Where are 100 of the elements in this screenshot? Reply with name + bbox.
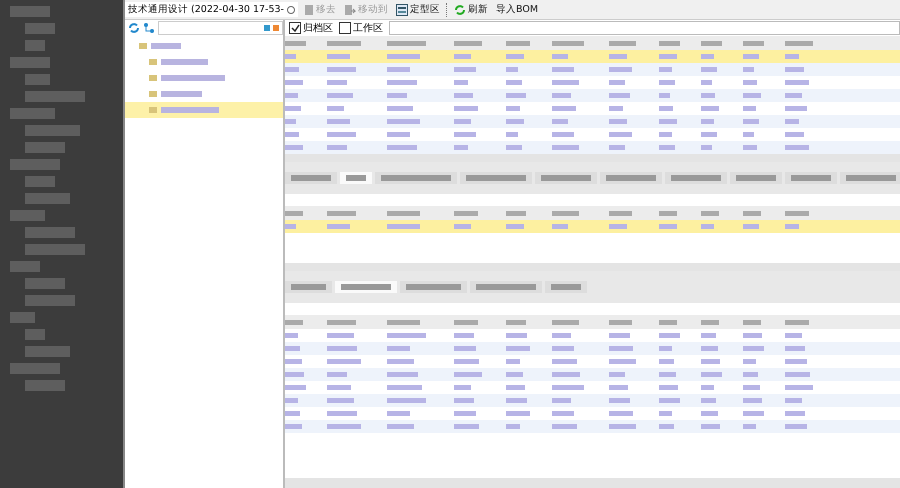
area-button[interactable]: 定型区: [394, 3, 442, 16]
blurred-column-header[interactable]: [454, 320, 478, 324]
close-icon[interactable]: [287, 6, 295, 14]
blurred-column-header[interactable]: [609, 210, 632, 216]
blurred-menu-item[interactable]: [25, 176, 55, 187]
blurred-menu-item[interactable]: [25, 40, 45, 51]
blurred-column-header[interactable]: [659, 40, 680, 46]
blurred-column-header[interactable]: [659, 210, 677, 216]
blurred-menu-item[interactable]: [10, 108, 55, 119]
refresh-icon[interactable]: [128, 22, 140, 34]
blurred-text: [285, 424, 302, 429]
blurred-menu-item[interactable]: [25, 125, 80, 136]
horizontal-scrollbar[interactable]: [285, 154, 900, 162]
blurred-column-header[interactable]: [743, 320, 761, 324]
blurred-column-header[interactable]: [327, 210, 356, 216]
blurred-menu-item[interactable]: [25, 244, 85, 255]
blurred-menu-item[interactable]: [25, 23, 55, 34]
grid-row[interactable]: [285, 420, 900, 433]
blurred-column-header[interactable]: [785, 320, 809, 324]
filter-checkbox[interactable]: 归档区: [289, 21, 333, 35]
blurred-column-header[interactable]: [387, 40, 426, 46]
blurred-tab[interactable]: [665, 172, 727, 184]
blurred-column-header[interactable]: [701, 210, 719, 216]
blurred-column-header[interactable]: [506, 210, 526, 216]
blurred-column-header[interactable]: [387, 320, 420, 324]
blurred-menu-item[interactable]: [25, 329, 45, 340]
blurred-tab[interactable]: [460, 172, 532, 184]
grid-row[interactable]: [285, 63, 900, 76]
blurred-column-header[interactable]: [387, 210, 420, 216]
blurred-tab[interactable]: [840, 172, 900, 184]
blurred-menu-item[interactable]: [25, 295, 75, 306]
search-field[interactable]: [158, 21, 283, 35]
grid-row[interactable]: [285, 89, 900, 102]
grid-row[interactable]: [285, 394, 900, 407]
blurred-column-header[interactable]: [285, 210, 303, 216]
blurred-menu-item[interactable]: [25, 142, 65, 153]
blurred-menu-item[interactable]: [10, 57, 50, 68]
blurred-column-header[interactable]: [609, 320, 632, 324]
blurred-tab[interactable]: [535, 172, 597, 184]
blurred-menu-item[interactable]: [10, 312, 35, 323]
blurred-menu-item[interactable]: [25, 278, 65, 289]
blurred-column-header[interactable]: [506, 40, 530, 46]
blurred-column-header[interactable]: [285, 320, 303, 324]
blurred-column-header[interactable]: [701, 40, 722, 46]
blurred-text: [743, 424, 756, 429]
grid-row[interactable]: [285, 115, 900, 128]
blurred-menu-item[interactable]: [25, 74, 50, 85]
blurred-tab[interactable]: [285, 172, 337, 184]
blurred-tab[interactable]: [335, 281, 397, 293]
import-button[interactable]: 导入BOM: [494, 3, 540, 16]
document-tab[interactable]: 技术通用设计 (2022-04-30 17-53-: [125, 2, 298, 17]
blurred-column-header[interactable]: [454, 40, 482, 46]
blurred-column-header[interactable]: [327, 320, 356, 324]
blurred-menu-item[interactable]: [10, 210, 45, 221]
blurred-column-header[interactable]: [785, 210, 809, 216]
checkbox[interactable]: [339, 22, 351, 34]
blurred-menu-item[interactable]: [25, 193, 70, 204]
blurred-tab[interactable]: [730, 172, 782, 184]
grid-row[interactable]: [285, 342, 900, 355]
horizontal-scrollbar[interactable]: [285, 263, 900, 271]
blurred-column-header[interactable]: [454, 210, 478, 216]
blurred-column-header[interactable]: [659, 320, 677, 324]
grid-row[interactable]: [285, 50, 900, 63]
blurred-column-header[interactable]: [701, 320, 719, 324]
blurred-column-header[interactable]: [506, 320, 526, 324]
blurred-tab[interactable]: [470, 281, 542, 293]
tree-item[interactable]: [125, 102, 283, 118]
blurred-column-header[interactable]: [552, 320, 579, 324]
hierarchy-icon[interactable]: [143, 22, 155, 34]
blurred-menu-item[interactable]: [10, 6, 50, 17]
blurred-tab[interactable]: [285, 281, 332, 293]
blurred-column-header[interactable]: [785, 40, 813, 46]
blurred-tab[interactable]: [600, 172, 662, 184]
filter-field[interactable]: [389, 21, 900, 35]
blurred-menu-item[interactable]: [10, 159, 60, 170]
blurred-menu-item[interactable]: [25, 380, 65, 391]
grid-row[interactable]: [285, 368, 900, 381]
blurred-column-header[interactable]: [552, 40, 584, 46]
blurred-tab[interactable]: [340, 172, 372, 184]
blurred-column-header[interactable]: [743, 210, 761, 216]
checkbox[interactable]: [289, 22, 301, 34]
blurred-menu-item[interactable]: [10, 261, 40, 272]
filter-checkbox[interactable]: 工作区: [339, 21, 383, 35]
blurred-column-header[interactable]: [743, 40, 764, 46]
grid-row[interactable]: [285, 141, 900, 154]
blurred-tab[interactable]: [785, 172, 837, 184]
blurred-menu-item[interactable]: [25, 346, 70, 357]
horizontal-scrollbar[interactable]: [285, 478, 900, 488]
blurred-tab[interactable]: [400, 281, 467, 293]
blurred-column-header[interactable]: [285, 40, 306, 46]
blurred-tab[interactable]: [545, 281, 587, 293]
blurred-menu-item[interactable]: [25, 227, 75, 238]
blurred-menu-item[interactable]: [10, 363, 60, 374]
blurred-tab[interactable]: [375, 172, 457, 184]
blurred-column-header[interactable]: [552, 210, 579, 216]
blurred-column-header[interactable]: [327, 40, 361, 46]
blurred-column-header[interactable]: [609, 40, 636, 46]
blurred-menu-item[interactable]: [25, 91, 85, 102]
grid-row[interactable]: [285, 220, 900, 233]
refresh-button[interactable]: 刷新: [452, 3, 490, 16]
